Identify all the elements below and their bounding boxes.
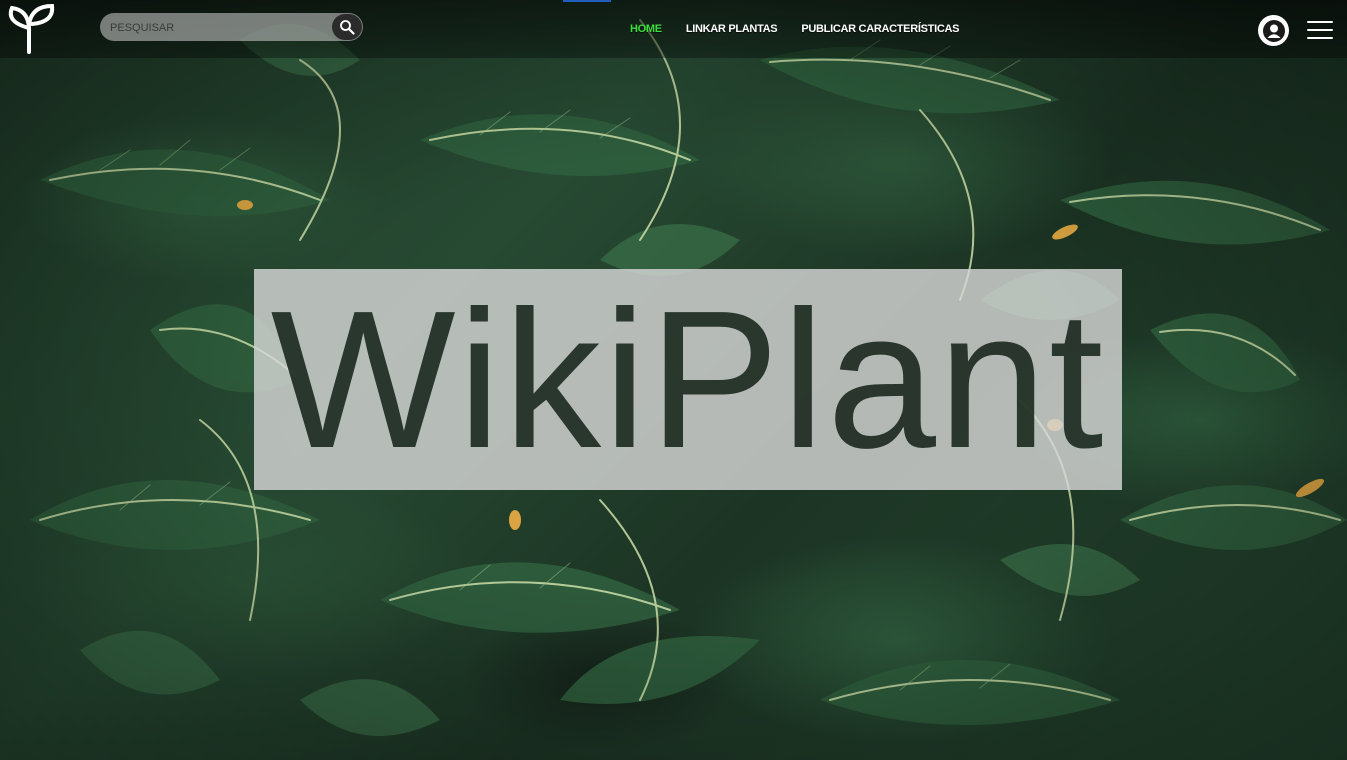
main-nav: HOME LINKAR PLANTAS PUBLICAR CARACTERÍST… [630,23,983,35]
search-input[interactable] [108,17,332,39]
top-navbar: HOME LINKAR PLANTAS PUBLICAR CARACTERÍST… [0,0,1347,58]
nav-linkar-plantas[interactable]: LINKAR PLANTAS [686,23,778,35]
user-account-button[interactable] [1258,15,1289,46]
search-icon [340,20,355,35]
sprout-icon[interactable] [2,2,56,54]
nav-publicar-caracteristicas[interactable]: PUBLICAR CARACTERÍSTICAS [801,23,959,35]
user-icon [1262,19,1285,42]
search-bar [100,13,363,41]
hero-title-box: WikiPlant [254,269,1122,490]
hero-title: WikiPlant [270,270,1106,489]
active-indicator [563,0,611,2]
nav-home[interactable]: HOME [630,23,662,35]
search-button[interactable] [332,14,362,40]
hamburger-menu-icon[interactable] [1307,19,1333,41]
